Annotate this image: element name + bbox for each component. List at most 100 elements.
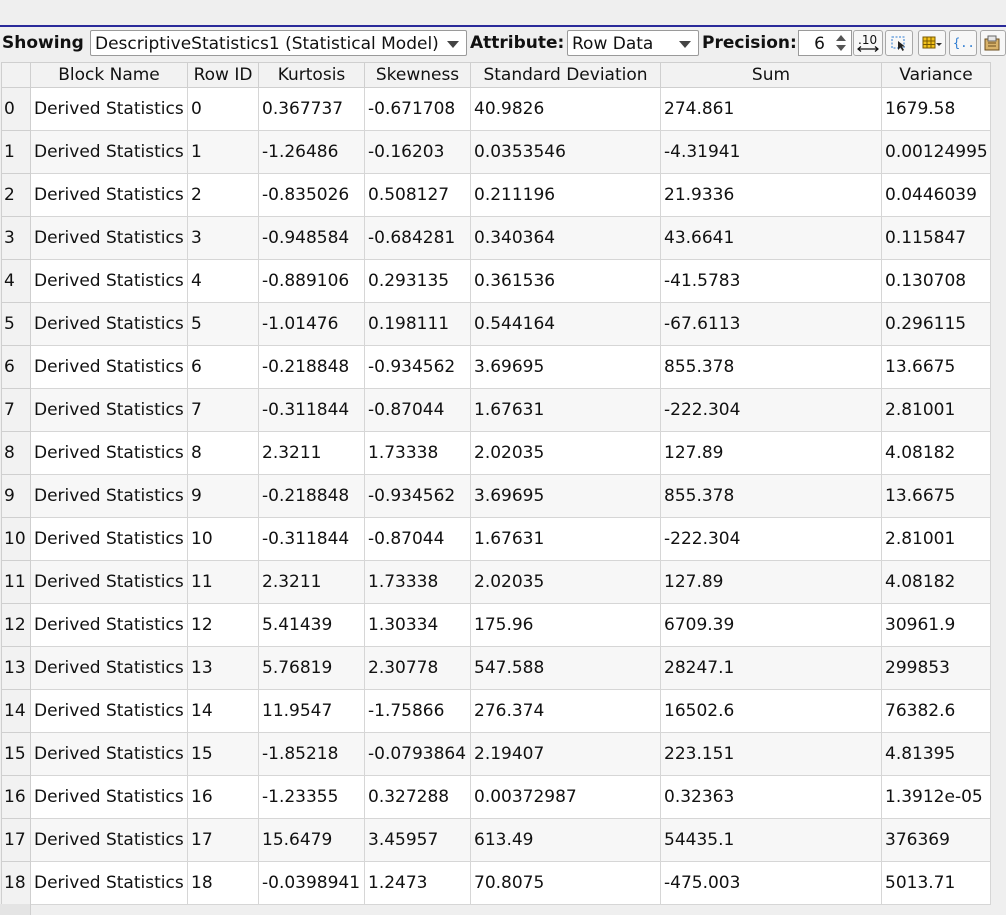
- table-cell[interactable]: -1.01476: [258, 302, 365, 346]
- table-cell[interactable]: -0.0793864: [364, 732, 471, 776]
- table-cell[interactable]: 10: [187, 517, 259, 561]
- table-cell[interactable]: 175.96: [470, 603, 661, 647]
- table-cell[interactable]: 2.02035: [470, 560, 661, 604]
- table-cell[interactable]: -0.311844: [258, 388, 365, 432]
- table-cell[interactable]: -41.5783: [660, 259, 882, 303]
- table-row[interactable]: 1 Derived Statistics 1 -1.26486 -0.16203 0.03…: [1, 130, 991, 174]
- table-cell[interactable]: -0.87044: [364, 517, 471, 561]
- table-cell[interactable]: -0.218848: [258, 345, 365, 389]
- table-cell[interactable]: 3.69695: [470, 474, 661, 518]
- table-cell[interactable]: -0.87044: [364, 388, 471, 432]
- table-cell[interactable]: 40.9826: [470, 87, 661, 131]
- table-cell[interactable]: 127.89: [660, 431, 882, 475]
- column-header[interactable]: Row ID: [187, 62, 259, 88]
- table-row[interactable]: 16 Derived Statistics 16 -1.23355 0.327288 0.…: [1, 775, 991, 819]
- select-cells-button[interactable]: [885, 30, 913, 56]
- table-cell[interactable]: Derived Statistics: [30, 345, 188, 389]
- table-cell[interactable]: 0.296115: [881, 302, 991, 346]
- table-cell[interactable]: 0: [187, 87, 259, 131]
- table-cell[interactable]: Derived Statistics: [30, 302, 188, 346]
- table-cell[interactable]: 1.3912e-05: [881, 775, 991, 819]
- table-cell[interactable]: -0.311844: [258, 517, 365, 561]
- table-cell[interactable]: -67.6113: [660, 302, 882, 346]
- table-cell[interactable]: 3.69695: [470, 345, 661, 389]
- table-cell[interactable]: 13.6675: [881, 345, 991, 389]
- table-row[interactable]: 11 Derived Statistics 11 2.3211 1.73338 2.020…: [1, 560, 991, 604]
- table-cell[interactable]: -475.003: [660, 861, 882, 905]
- table-cell[interactable]: -0.671708: [364, 87, 471, 131]
- table-cell[interactable]: 2.3211: [258, 560, 365, 604]
- export-button[interactable]: [980, 30, 1006, 56]
- table-cell[interactable]: 0.0353546: [470, 130, 661, 174]
- table-cell[interactable]: 0.115847: [881, 216, 991, 260]
- row-index-header[interactable]: 0: [1, 87, 31, 131]
- table-cell[interactable]: 13: [187, 646, 259, 690]
- row-index-header[interactable]: 12: [1, 603, 31, 647]
- table-cell[interactable]: 2.30778: [364, 646, 471, 690]
- table-cell[interactable]: -0.218848: [258, 474, 365, 518]
- table-cell[interactable]: 5.41439: [258, 603, 365, 647]
- table-cell[interactable]: 4.81395: [881, 732, 991, 776]
- table-cell[interactable]: -4.31941: [660, 130, 882, 174]
- table-row[interactable]: 4 Derived Statistics 4 -0.889106 0.293135 0.3…: [1, 259, 991, 303]
- table-cell[interactable]: 17: [187, 818, 259, 862]
- table-row[interactable]: 6 Derived Statistics 6 -0.218848 -0.934562 3.…: [1, 345, 991, 389]
- table-cell[interactable]: 0.130708: [881, 259, 991, 303]
- table-cell[interactable]: 7: [187, 388, 259, 432]
- table-row[interactable]: 12 Derived Statistics 12 5.41439 1.30334 175.…: [1, 603, 991, 647]
- table-cell[interactable]: 0.340364: [470, 216, 661, 260]
- table-cell[interactable]: 76382.6: [881, 689, 991, 733]
- column-header[interactable]: Skewness: [364, 62, 471, 88]
- table-cell[interactable]: 2.02035: [470, 431, 661, 475]
- table-cell[interactable]: 6709.39: [660, 603, 882, 647]
- table-cell[interactable]: -0.948584: [258, 216, 365, 260]
- table-cell[interactable]: Derived Statistics: [30, 689, 188, 733]
- table-row[interactable]: 3 Derived Statistics 3 -0.948584 -0.684281 0.…: [1, 216, 991, 260]
- table-cell[interactable]: Derived Statistics: [30, 388, 188, 432]
- table-cell[interactable]: 855.378: [660, 474, 882, 518]
- table-cell[interactable]: 70.8075: [470, 861, 661, 905]
- table-cell[interactable]: -1.23355: [258, 775, 365, 819]
- table-cell[interactable]: 11.9547: [258, 689, 365, 733]
- table-cell[interactable]: 16: [187, 775, 259, 819]
- table-cell[interactable]: 5013.71: [881, 861, 991, 905]
- row-index-header[interactable]: 14: [1, 689, 31, 733]
- table-cell[interactable]: Derived Statistics: [30, 87, 188, 131]
- table-cell[interactable]: 274.861: [660, 87, 882, 131]
- table-cell[interactable]: 0.544164: [470, 302, 661, 346]
- table-cell[interactable]: -0.16203: [364, 130, 471, 174]
- table-cell[interactable]: 0.367737: [258, 87, 365, 131]
- table-cell[interactable]: 4.08182: [881, 431, 991, 475]
- table-cell[interactable]: 30961.9: [881, 603, 991, 647]
- table-row[interactable]: 0 Derived Statistics 0 0.367737 -0.671708 40.…: [1, 87, 991, 131]
- table-cell[interactable]: 2: [187, 173, 259, 217]
- table-cell[interactable]: 5.76819: [258, 646, 365, 690]
- row-index-header[interactable]: 9: [1, 474, 31, 518]
- table-cell[interactable]: 0.508127: [364, 173, 471, 217]
- showing-dropdown[interactable]: DescriptiveStatistics1 (Statistical Mode…: [90, 30, 467, 56]
- table-row[interactable]: 13 Derived Statistics 13 5.76819 2.30778 547.…: [1, 646, 991, 690]
- table-cell[interactable]: -0.934562: [364, 345, 471, 389]
- table-cell[interactable]: 3.45957: [364, 818, 471, 862]
- table-cell[interactable]: 855.378: [660, 345, 882, 389]
- table-cell[interactable]: 28247.1: [660, 646, 882, 690]
- table-cell[interactable]: 2.19407: [470, 732, 661, 776]
- table-cell[interactable]: 21.9336: [660, 173, 882, 217]
- table-cell[interactable]: Derived Statistics: [30, 603, 188, 647]
- fixed-notation-button[interactable]: .10: [853, 30, 883, 56]
- table-cell[interactable]: Derived Statistics: [30, 560, 188, 604]
- table-cell[interactable]: -1.26486: [258, 130, 365, 174]
- row-index-header[interactable]: 1: [1, 130, 31, 174]
- row-index-header[interactable]: 13: [1, 646, 31, 690]
- table-cell[interactable]: 0.327288: [364, 775, 471, 819]
- table-cell[interactable]: 276.374: [470, 689, 661, 733]
- table-cell[interactable]: -222.304: [660, 517, 882, 561]
- table-cell[interactable]: 1.67631: [470, 517, 661, 561]
- column-header[interactable]: Block Name: [30, 62, 188, 88]
- table-cell[interactable]: 11: [187, 560, 259, 604]
- table-cell[interactable]: Derived Statistics: [30, 431, 188, 475]
- table-cell[interactable]: 6: [187, 345, 259, 389]
- table-cell[interactable]: 54435.1: [660, 818, 882, 862]
- table-cell[interactable]: -222.304: [660, 388, 882, 432]
- table-cell[interactable]: -0.835026: [258, 173, 365, 217]
